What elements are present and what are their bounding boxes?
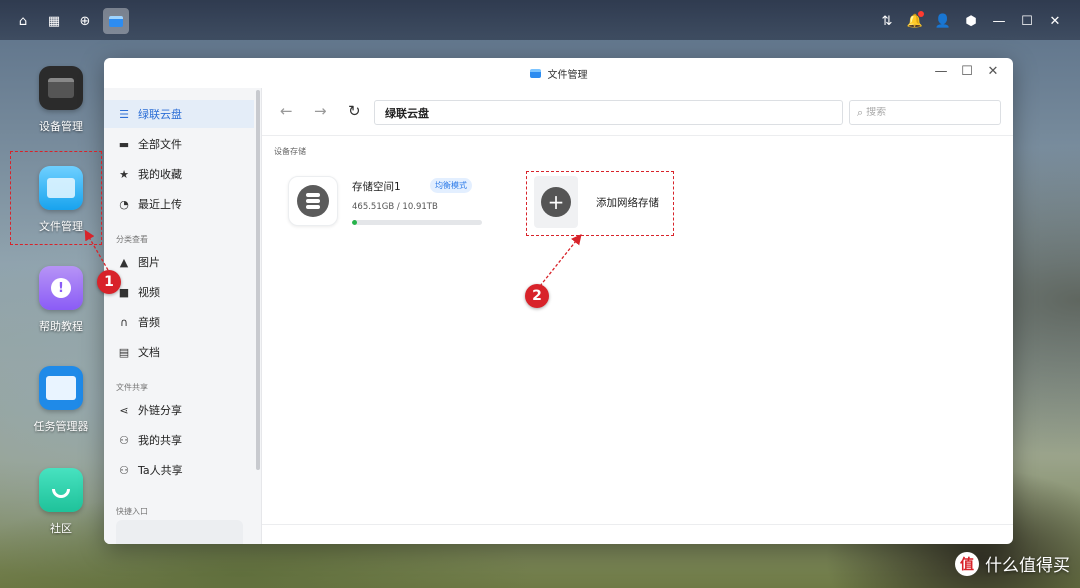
maximize-button[interactable]: ☐: [959, 64, 975, 79]
storage-disk-icon: [288, 176, 338, 226]
desktop-icon-label: 帮助教程: [39, 320, 83, 333]
users-icon: ⚇: [119, 463, 129, 477]
search-icon: ⌕: [857, 105, 864, 119]
sidebar-item-label: 最近上传: [138, 198, 182, 211]
annotation-badge-1: 1: [97, 270, 121, 294]
sidebar-item-label: 图片: [138, 256, 160, 269]
sidebar-section-categories: 分类查看: [116, 235, 148, 244]
home-icon[interactable]: ⌂: [10, 8, 36, 34]
quick-access-area[interactable]: [116, 520, 243, 544]
sidebar-item-label: Ta人共享: [138, 464, 183, 477]
system-topbar: ⌂ ▦ ⊕ ⇅ 🔔 👤 ⬢ — ☐ ✕: [0, 0, 1080, 40]
sidebar-section-sharing: 文件共享: [116, 383, 148, 392]
file-manager-window: 文件管理 — ☐ ✕ ☰ 绿联云盘 ▬ 全部文件 ★ 我的收藏 ◔ 最近上传 分…: [104, 58, 1013, 544]
annotation-box-add-storage: [526, 171, 674, 236]
folder-icon: ▬: [118, 137, 130, 151]
forward-arrow-icon[interactable]: →: [314, 102, 327, 120]
refresh-icon[interactable]: ↻: [348, 102, 361, 120]
close-button[interactable]: ✕: [985, 64, 1001, 79]
minimize-button[interactable]: —: [933, 64, 949, 79]
desktop-maximize-icon[interactable]: ☐: [1016, 8, 1038, 34]
sidebar-item-label: 视频: [138, 286, 160, 299]
toolbar: ← → ↻ 绿联云盘 ⌕: [262, 88, 1013, 136]
apps-grid-icon[interactable]: ▦: [41, 8, 67, 34]
clock-icon: ◔: [119, 197, 129, 211]
document-icon: ▤: [118, 345, 130, 359]
bottom-divider: [262, 524, 1013, 525]
desktop-icon-label: 设备管理: [39, 120, 83, 133]
window-titlebar[interactable]: 文件管理: [104, 58, 1013, 88]
desktop-icon-label: 社区: [50, 522, 72, 535]
headphones-icon: ∩: [119, 315, 129, 329]
star-icon: ★: [119, 167, 129, 181]
desktop-icon-device-manager[interactable]: 设备管理: [16, 66, 106, 134]
settings-icon[interactable]: ⬢: [960, 8, 982, 34]
annotation-box-file-manager: [10, 151, 102, 245]
sidebar-item-link-share[interactable]: ⋖ 外链分享: [104, 396, 254, 424]
path-bar[interactable]: 绿联云盘: [374, 100, 843, 125]
sidebar-item-label: 我的共享: [138, 434, 182, 447]
globe-icon[interactable]: ⊕: [72, 8, 98, 34]
main-panel: ← → ↻ 绿联云盘 ⌕ 设备存储 存储空间1 均衡模式 465.51GB / …: [262, 88, 1013, 544]
search-box[interactable]: ⌕: [849, 100, 1001, 125]
desktop-icon-community[interactable]: 社区: [16, 468, 106, 536]
sidebar-item-label: 我的收藏: [138, 168, 182, 181]
notification-bell-icon[interactable]: 🔔: [904, 8, 926, 34]
sidebar-item-images[interactable]: ▲ 图片: [104, 248, 254, 276]
help-icon: !: [39, 266, 83, 310]
desktop-icon-task-manager[interactable]: 任务管理器: [16, 366, 106, 434]
sidebar-section-quick-access: 快捷入口: [116, 507, 148, 516]
sidebar-item-documents[interactable]: ▤ 文档: [104, 338, 254, 366]
section-title-device-storage: 设备存储: [274, 147, 306, 156]
user-icon[interactable]: 👤: [932, 8, 954, 34]
sidebar-item-all-files[interactable]: ▬ 全部文件: [104, 130, 254, 158]
file-manager-app-icon: [529, 68, 541, 78]
sidebar-item-my-shares[interactable]: ⚇ 我的共享: [104, 426, 254, 454]
sidebar-item-label: 全部文件: [138, 138, 182, 151]
storage-size: 465.51GB / 10.91TB: [352, 202, 438, 212]
community-smile-icon: [39, 468, 83, 512]
sidebar-item-audio[interactable]: ∩ 音频: [104, 308, 254, 336]
desktop-close-icon[interactable]: ✕: [1044, 8, 1066, 34]
sidebar-item-ugreen-cloud[interactable]: ☰ 绿联云盘: [104, 100, 254, 128]
sidebar-item-label: 音频: [138, 316, 160, 329]
storage-list-icon: ☰: [119, 107, 129, 121]
transfer-icon[interactable]: ⇅: [876, 8, 898, 34]
back-arrow-icon[interactable]: ←: [280, 102, 293, 120]
sidebar-item-favorites[interactable]: ★ 我的收藏: [104, 160, 254, 188]
sidebar-item-recent-uploads[interactable]: ◔ 最近上传: [104, 190, 254, 218]
desktop-icon-help[interactable]: ! 帮助教程: [16, 266, 106, 334]
annotation-badge-2: 2: [525, 284, 549, 308]
sidebar-item-label: 绿联云盘: [138, 108, 182, 121]
sidebar-item-videos[interactable]: ■ 视频: [104, 278, 254, 306]
sidebar-item-label: 外链分享: [138, 404, 182, 417]
window-title: 文件管理: [547, 69, 588, 81]
sidebar-scrollbar[interactable]: [256, 90, 260, 470]
watermark-text: 什么值得买: [985, 556, 1070, 576]
storage-mode-badge: 均衡模式: [430, 178, 472, 193]
users-icon: ⚇: [119, 433, 129, 447]
storage-usage-bar: [352, 220, 482, 225]
search-input[interactable]: [866, 107, 987, 118]
watermark-logo: 值: [955, 551, 979, 576]
sidebar-item-label: 文档: [138, 346, 160, 359]
storage-card[interactable]: 存储空间1 均衡模式 465.51GB / 10.91TB: [288, 176, 498, 240]
sidebar: ☰ 绿联云盘 ▬ 全部文件 ★ 我的收藏 ◔ 最近上传 分类查看 ▲ 图片 ■ …: [104, 88, 262, 544]
sidebar-item-others-shares[interactable]: ⚇ Ta人共享: [104, 456, 254, 484]
task-manager-chart-icon: [39, 366, 83, 410]
share-icon: ⋖: [119, 403, 129, 417]
image-icon: ▲: [119, 255, 129, 269]
watermark: 值 什么值得买: [955, 551, 1070, 576]
device-manager-icon: [39, 66, 83, 110]
taskbar-file-manager-icon[interactable]: [103, 8, 129, 34]
storage-name: 存储空间1: [352, 181, 401, 193]
notification-dot: [918, 11, 924, 17]
desktop-minimize-icon[interactable]: —: [988, 8, 1010, 34]
desktop-icon-label: 任务管理器: [33, 420, 89, 433]
storage-usage-fill: [352, 220, 358, 225]
